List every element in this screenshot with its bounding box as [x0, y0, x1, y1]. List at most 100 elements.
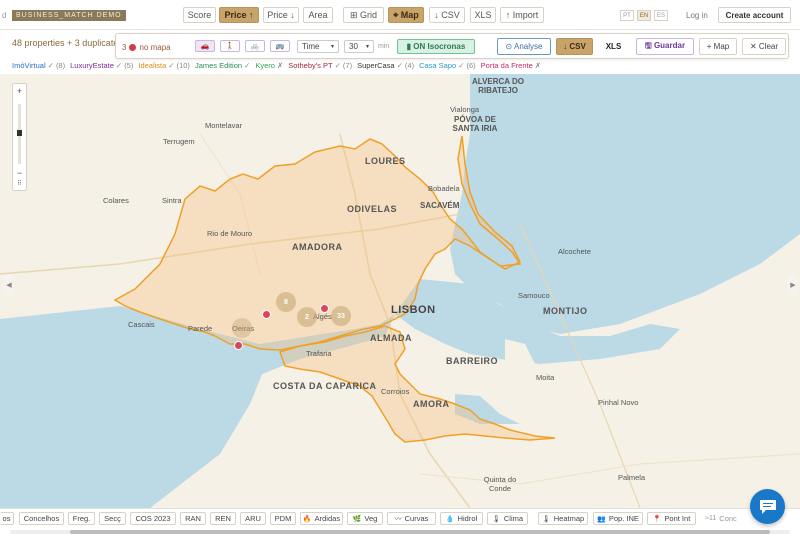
layer-button[interactable]: COS 2023 [130, 512, 176, 525]
map-view-button[interactable]: ⌖ Map [388, 7, 424, 23]
layer-label: Conc [719, 514, 737, 523]
source-status: ✓ [458, 61, 465, 70]
layer-button[interactable]: ≈11 Conc [703, 512, 739, 525]
brand-badge: BUSINESS_MATCH DEMO [12, 10, 126, 21]
layer-button[interactable]: RAN [180, 512, 206, 525]
save-button[interactable]: 🖫 Guardar [636, 38, 694, 55]
zoom-in-button[interactable]: + [13, 86, 26, 96]
source-filter-item[interactable]: James Edition ✓ [195, 61, 250, 70]
lang-en[interactable]: EN [637, 10, 651, 21]
property-pin[interactable] [262, 310, 271, 319]
property-count: 48 properties + 3 duplicates [12, 38, 123, 48]
zoom-out-button[interactable]: − [13, 168, 26, 178]
left-collapse-button[interactable]: ◀ [4, 275, 14, 295]
analyse-button[interactable]: ⊙ Analyse [497, 38, 551, 55]
layer-label: RAN [185, 514, 201, 523]
layer-icon: 👥 [597, 515, 606, 523]
source-filter-item[interactable]: LuxuryEstate ✓ (5) [70, 61, 133, 70]
property-pin[interactable] [320, 304, 329, 313]
right-collapse-button[interactable]: ▶ [788, 275, 798, 295]
grid-view-button[interactable]: ⊞ Grid [343, 7, 384, 23]
property-cluster[interactable]: 8 [276, 292, 296, 312]
horizontal-scrollbar[interactable] [10, 530, 790, 534]
sort-area-button[interactable]: Area [303, 7, 333, 23]
place-label: LOURES [365, 156, 406, 166]
scrollbar-thumb[interactable] [70, 530, 770, 534]
layer-button[interactable]: 📍 Pont Int [647, 512, 696, 525]
xls-export-button[interactable]: XLS [470, 7, 496, 23]
source-status: ✓ [115, 61, 123, 70]
metric-value: Time [302, 42, 320, 51]
source-filter-item[interactable]: Idealista ✓ (10) [138, 61, 190, 70]
source-name: LuxuryEstate [70, 61, 114, 70]
property-pin[interactable] [234, 341, 243, 350]
source-status: ✓ [47, 61, 54, 70]
layer-button[interactable]: REN [210, 512, 236, 525]
source-filter-item[interactable]: Sotheby's PT ✓ (7) [288, 61, 352, 70]
source-filter-item[interactable]: Casa Sapo ✓ (6) [419, 61, 476, 70]
sort-price-asc-button[interactable]: Price ↑ [219, 7, 259, 23]
zoom-knob[interactable] [17, 130, 22, 136]
source-count: (8) [55, 61, 66, 70]
layer-label: REN [215, 514, 231, 523]
chat-button[interactable] [750, 489, 785, 524]
map-base [0, 74, 800, 508]
lang-pt[interactable]: PT [620, 10, 634, 21]
layer-button[interactable]: ARU [240, 512, 266, 525]
property-cluster[interactable] [232, 318, 252, 338]
place-label: Corroios [381, 387, 410, 396]
map-canvas[interactable]: ALVERCA DO RIBATEJO Vialonga PÓVOA DE SANT… [0, 74, 800, 508]
login-link[interactable]: Log in [686, 11, 708, 20]
layer-label: Concelhos [23, 514, 60, 523]
source-filter-item[interactable]: ImóVirtual ✓ (8) [12, 61, 65, 70]
place-label: Colares [103, 196, 129, 205]
mode-walk-button[interactable]: 🚶 [220, 40, 240, 52]
layer-button[interactable]: PDM [270, 512, 296, 525]
create-account-button[interactable]: Create account [718, 7, 791, 23]
mode-car-button[interactable]: 🚗 [195, 40, 215, 52]
source-name: Kyero [255, 61, 275, 70]
panel-xls-button[interactable]: XLS [598, 38, 629, 55]
layer-button[interactable]: 🌡 Heatmap [538, 512, 588, 525]
import-button[interactable]: ↑ Import [500, 7, 544, 23]
sort-price-desc-button[interactable]: Price ↓ [263, 7, 299, 23]
mode-bike-button[interactable]: 🚲 [245, 40, 265, 52]
sort-score-button[interactable]: Score [183, 7, 216, 23]
layer-button[interactable]: Concelhos [19, 512, 64, 525]
property-cluster[interactable]: 33 [331, 306, 351, 326]
panel-csv-button[interactable]: ↓ CSV [556, 38, 593, 55]
source-count: (6) [466, 61, 476, 70]
source-count: (10) [176, 61, 190, 70]
minutes-unit: min [378, 43, 390, 50]
layer-icon: 🌡 [541, 515, 551, 523]
layer-button[interactable]: Secç [99, 512, 126, 525]
layer-button[interactable]: 👥 Pop. INE [593, 512, 643, 525]
layer-button[interactable]: 🌡 Clima [487, 512, 528, 525]
source-filter-item[interactable]: SuperCasa ✓ (4) [357, 61, 414, 70]
place-label: Samouco [518, 291, 550, 300]
brand-mark: d [2, 11, 7, 20]
add-map-button[interactable]: + Map [699, 38, 737, 55]
source-status: ✓ [334, 61, 341, 70]
mode-transit-button[interactable]: 🚌 [270, 40, 290, 52]
zoom-extra-icon[interactable]: ⠿ [13, 180, 26, 187]
layer-button[interactable]: 💧 Hidrol [440, 512, 483, 525]
lang-es[interactable]: ES [654, 10, 668, 21]
source-name: Idealista [138, 61, 167, 70]
property-cluster[interactable]: 2 [297, 307, 317, 327]
clear-button[interactable]: ✕ Clear [742, 38, 786, 55]
place-label: Moita [536, 373, 555, 382]
layer-button[interactable]: 🔥 Ardidas [300, 512, 343, 525]
minutes-select[interactable]: 30 ▾ [344, 40, 374, 53]
place-label: ALVERCA DO RIBATEJO [472, 77, 524, 95]
layer-icon: 🔥 [302, 515, 312, 523]
source-filter-item[interactable]: Porta da Frente ✗ [481, 61, 541, 70]
source-filter-item[interactable]: Kyero ✗ [255, 61, 283, 70]
csv-export-button[interactable]: ↓ CSV [429, 7, 465, 23]
layer-button[interactable]: os [0, 512, 14, 525]
isochrones-toggle[interactable]: ▮ ON Isocronas [397, 39, 475, 54]
layer-button[interactable]: Freg. [68, 512, 95, 525]
layer-button[interactable]: 〰 Curvas [387, 512, 436, 525]
metric-select[interactable]: Time ▾ [297, 40, 339, 53]
layer-button[interactable]: 🌿 Veg [347, 512, 383, 525]
